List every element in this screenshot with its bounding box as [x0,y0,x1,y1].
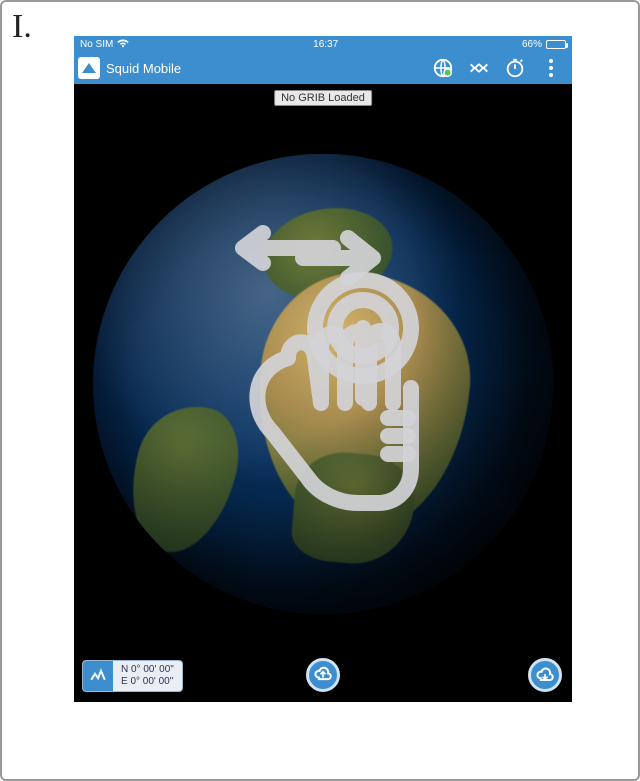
map-globe-view[interactable]: No GRIB Loaded [74,84,572,702]
ios-status-bar: No SIM 16:37 66% [74,36,572,52]
download-button[interactable] [528,658,562,692]
track-line-icon [83,661,113,691]
coordinates-button[interactable]: N 0° 00' 00" E 0° 00' 00" [82,660,183,692]
battery-icon [546,40,566,49]
step-number-label: I. [12,8,32,46]
latitude-value: N 0° 00' 00" [121,664,174,676]
clock-label: 16:37 [313,39,338,50]
weather-request-button[interactable] [306,658,340,692]
more-menu-icon[interactable] [540,57,562,79]
app-toolbar: Squid Mobile [74,52,572,84]
longitude-value: E 0° 00' 00" [121,676,174,688]
carrier-label: No SIM [80,39,113,50]
layers-globe-icon[interactable] [432,57,454,79]
earth-globe [93,154,553,614]
figure-frame: I. No SIM 16:37 66% [0,0,640,781]
satellite-icon[interactable] [468,57,490,79]
app-title: Squid Mobile [106,61,181,76]
wifi-icon [117,38,129,51]
app-logo-icon [78,57,100,79]
tablet-screenshot: No SIM 16:37 66% Squid Mobile [74,36,572,702]
coordinates-readout: N 0° 00' 00" E 0° 00' 00" [113,664,182,688]
stopwatch-icon[interactable] [504,57,526,79]
grib-status-badge: No GRIB Loaded [274,90,372,106]
battery-percent-label: 66% [522,39,542,50]
